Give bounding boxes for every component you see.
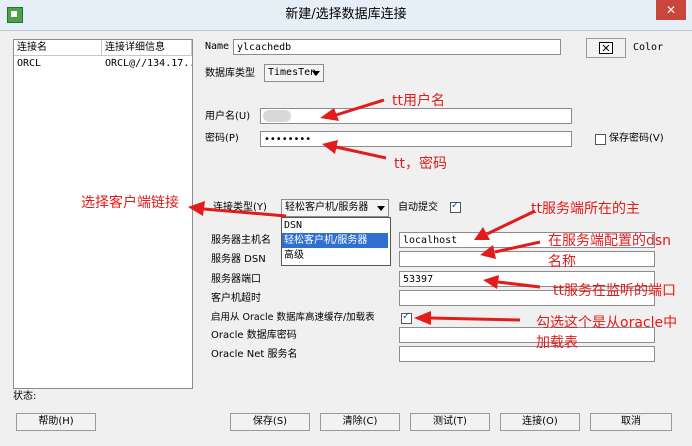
clear-button[interactable]: 清除(C) [320,413,400,431]
connection-row-name[interactable]: ORCL [14,56,102,72]
oracle-cache-label[interactable]: 启用从 Oracle 数据库高速缓存/加载表 [211,310,375,326]
connection-row-details[interactable]: ORCL@//134.17... [102,56,192,72]
redacted-username [263,110,291,122]
connection-list[interactable]: 连接名 连接详细信息 ORCL ORCL@//134.17... [13,39,193,389]
color-label: Color [633,42,664,53]
help-button[interactable]: 帮助(H) [16,413,96,431]
note-client-link: 选择客户端链接 [81,195,179,211]
server-dsn-input[interactable] [399,251,655,267]
conn-type-option-dsn[interactable]: DSN [282,218,388,233]
oracle-net-input[interactable] [399,346,655,362]
status-label: 状态: [13,391,37,402]
conn-type-select[interactable]: 轻松客户机/服务器 [281,199,389,217]
note-oracle-2: 加载表 [536,335,578,351]
conn-type-dropdown[interactable]: DSN 轻松客户机/服务器 高级 [281,217,391,266]
column-header-name[interactable]: 连接名 [14,40,102,56]
save-password-checkbox[interactable] [595,134,606,145]
chevron-down-icon [377,206,385,211]
note-dsn-1: 在服务端配置的dsn [548,233,672,249]
note-port: tt服务在监听的端口 [553,283,676,299]
column-header-details[interactable]: 连接详细信息 [102,40,192,56]
username-input[interactable] [260,108,572,124]
password-label: 密码(P) [205,133,239,144]
dbtype-select[interactable]: TimesTen [264,64,324,82]
connect-button[interactable]: 连接(O) [500,413,580,431]
password-input[interactable]: •••••••• [260,131,572,147]
conn-type-value: 轻松客户机/服务器 [285,202,369,213]
chevron-down-icon [312,71,320,76]
server-port-label: 服务器端口 [211,274,261,285]
test-button[interactable]: 测试(T) [410,413,490,431]
window-title: 新建/选择数据库连接 [285,7,407,22]
note-server-host: tt服务端所在的主 [531,201,640,217]
oracle-cache-checkbox[interactable] [401,311,412,324]
oracle-net-label: Oracle Net 服务名 [211,349,298,360]
close-button[interactable]: ✕ [656,0,686,20]
note-tt-password: tt，密码 [394,156,447,172]
name-label: Name [205,41,230,52]
note-dsn-2: 名称 [548,254,576,270]
server-dsn-label: 服务器 DSN [211,254,266,265]
color-button[interactable] [586,38,626,58]
note-oracle-1: 勾选这个是从oracle中 [536,315,678,331]
note-tt-user: tt用户名 [392,93,445,109]
dbtype-value: TimesTen [268,67,317,78]
username-label: 用户名(U) [205,111,251,122]
save-password-label[interactable]: 保存密码(V) [609,131,664,147]
color-picker-icon [599,42,613,54]
name-input[interactable]: ylcachedb [233,39,561,55]
autocommit-label: 自动提交 [398,202,438,213]
server-host-label: 服务器主机名 [211,235,271,246]
conn-type-option-advanced[interactable]: 高级 [282,248,388,263]
conn-type-label: 连接类型(Y) [213,202,267,213]
conn-type-option-easy[interactable]: 轻松客户机/服务器 [282,233,388,248]
dbtype-label: 数据库类型 [205,68,255,79]
oracle-password-label: Oracle 数据库密码 [211,330,297,341]
save-button[interactable]: 保存(S) [230,413,310,431]
client-timeout-label: 客户机超时 [211,293,261,304]
autocommit-checkbox[interactable] [450,200,461,213]
cancel-button[interactable]: 取消 [590,413,672,431]
